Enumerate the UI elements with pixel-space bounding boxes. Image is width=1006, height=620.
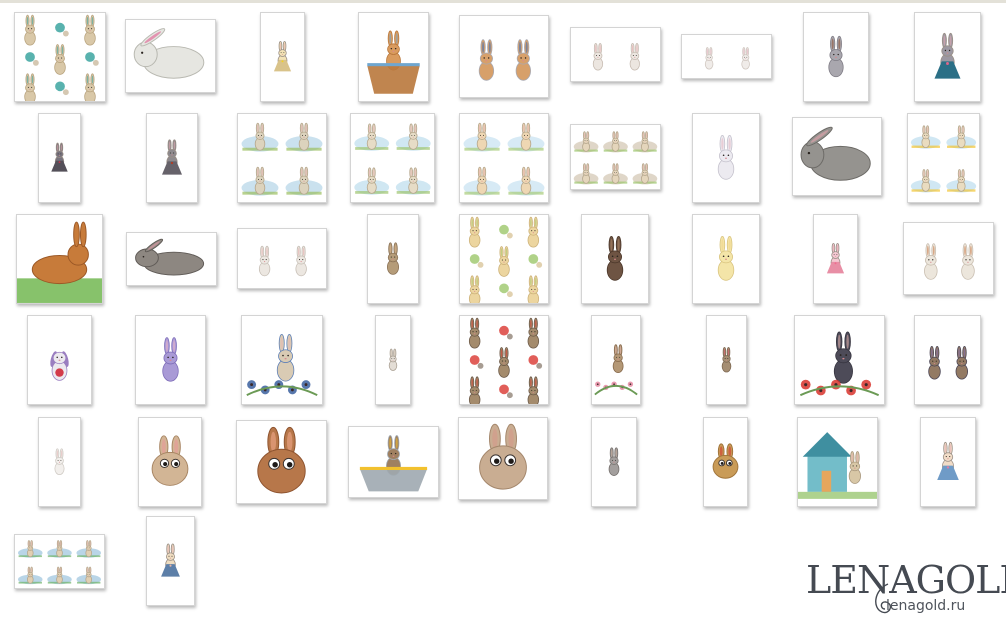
thumbnail-image [17,540,102,585]
thumbnail-image [478,39,531,81]
thumbnail-image [162,337,179,382]
thumbnail-image [826,242,845,274]
thumbnail-bunny-in-blue-overalls[interactable] [914,12,981,102]
thumbnail-bunnies-bears-clouds[interactable] [459,113,549,203]
thumbnail-image [721,346,732,373]
thumbnail-brown-bunny-lying-big-eyes[interactable] [236,420,327,504]
thumbnail-image [910,125,977,193]
thumbnail-grey-floppy-bunny-glasses[interactable] [146,113,198,203]
top-rule [0,0,1006,3]
thumbnail-image [50,351,69,381]
thumbnail-bunny-girl-yellow-dress[interactable] [260,12,305,102]
brand-site: lenagold.ru [886,598,966,614]
thumbnail-hares-with-poppies-pattern[interactable] [459,315,549,405]
thumbnail-image [162,139,182,175]
thumbnail-image [17,221,102,303]
thumbnail-floppy-eared-bunny-big-eyes[interactable] [458,417,548,500]
thumbnail-white-bunny-sketch[interactable] [38,417,81,507]
thumbnail-image [257,426,306,494]
thumbnail-bunny-boy-blue-overalls[interactable] [146,516,195,606]
thumbnail-grey-hare-standing[interactable] [591,417,637,507]
thumbnail-image [463,122,545,196]
thumbnail-purple-eared-bunny-strawberry[interactable] [27,315,92,405]
thumbnail-image [924,243,975,280]
thumbnail-hare-holding-flowers[interactable] [706,315,747,405]
thumbnail-grey-bunny-with-leaves[interactable] [803,12,869,102]
thumbnail-image [468,216,543,303]
thumbnail-image [592,43,640,71]
thumbnail-image [386,242,400,275]
thumbnail-image [828,35,844,78]
thumbnail-image [54,448,65,476]
thumbnail-bunny-house-garden[interactable] [797,417,878,507]
thumbnail-image [594,344,638,396]
thumbnail-brown-bunny-on-grass[interactable] [16,214,103,304]
thumbnail-image [388,348,398,371]
thumbnail-two-hares-lavender[interactable] [914,315,981,405]
thumbnail-bunnies-birdhouse-set[interactable] [14,534,105,589]
thumbnail-bunnies-reading-book[interactable] [459,15,549,98]
thumbnail-fluffy-white-bunny[interactable] [692,113,760,203]
thumbnail-image [258,245,307,277]
thumbnail-image [51,142,68,172]
thumbnail-lilac-bunny[interactable] [135,315,206,405]
thumbnail-image [798,432,877,499]
thumbnail-bunnies-balloons-garden[interactable] [907,113,980,203]
thumbnail-brown-bunny-sitting-upright[interactable] [367,214,419,304]
thumbnail-dark-brown-hare[interactable] [581,214,649,304]
thumbnail-bunny-with-berries-basket[interactable] [241,315,323,405]
thumbnail-image [135,238,205,276]
thumbnail-image [800,126,871,181]
thumbnail-pink-bunny-ballerina[interactable] [813,214,858,304]
thumbnail-image [151,435,189,486]
thumbnail-image [928,346,969,380]
thumbnail-watercolor-bunny-seamless-pattern[interactable] [14,12,106,102]
thumbnail-image [573,131,658,185]
thumbnail-bunny-santa-hat[interactable] [703,417,748,507]
thumbnail-bunny-in-flower-pot[interactable] [348,426,439,498]
thumbnail-image [479,423,527,490]
thumbnail-image [608,447,620,476]
thumbnail-image [367,30,420,94]
thumbnail-image [241,122,323,196]
thumbnail-image [704,47,750,70]
thumbnail-image [937,441,959,480]
thumbnail-image [799,331,880,397]
thumbnail-hare-with-flowers[interactable] [591,315,641,405]
thumbnail-image [712,443,739,479]
thumbnail-two-white-bunnies-lying[interactable] [681,34,772,79]
thumbnail-bunnies-with-cake[interactable] [903,222,994,295]
thumbnail-chubby-bunny-big-eyes[interactable] [138,417,202,507]
thumbnail-bunnies-meadow-scenes[interactable] [237,113,327,203]
thumbnail-white-bunny-with-flower[interactable] [125,19,216,93]
thumbnail-bunny-seamless-pattern[interactable] [459,214,549,304]
thumbnail-cream-bunny[interactable] [692,214,760,304]
thumbnail-image [246,334,318,396]
thumbnail-grey-running-bunny[interactable] [126,232,217,286]
thumbnail-grey-bunny-glasses-red-pants[interactable] [38,113,81,203]
thumbnail-image [359,435,428,492]
thumbnail-bunnies-cupcakes-set[interactable] [570,124,661,190]
thumbnail-bunny-in-bathtub[interactable] [358,12,429,102]
thumbnail-meadow-clouds-bunnies[interactable] [350,113,435,203]
thumbnail-image [24,14,99,101]
thumbnail-two-white-bunnies-standing[interactable] [237,228,327,289]
watermark-logo: LENAGOLD lenagold.ru [800,556,1006,620]
thumbnail-dark-bunny-with-poppies[interactable] [794,315,885,405]
thumbnail-image [606,236,624,281]
thumbnail-image [717,236,735,281]
thumbnail-white-hare-standing[interactable] [375,315,411,405]
thumbnail-image [161,543,180,577]
thumbnail-image [273,40,292,72]
thumbnail-bunny-girl-blue-dress-flowers[interactable] [920,417,976,507]
thumbnail-image [354,123,431,195]
thumbnail-two-white-bunnies-sitting[interactable] [570,27,661,82]
thumbnail-image [468,317,543,404]
brand-name: LENAGOLD [806,558,1006,602]
thumbnail-image [133,28,205,79]
thumbnail-image [934,32,961,79]
thumbnail-image [717,135,735,180]
thumbnail-grey-leaping-bunny[interactable] [792,117,882,196]
